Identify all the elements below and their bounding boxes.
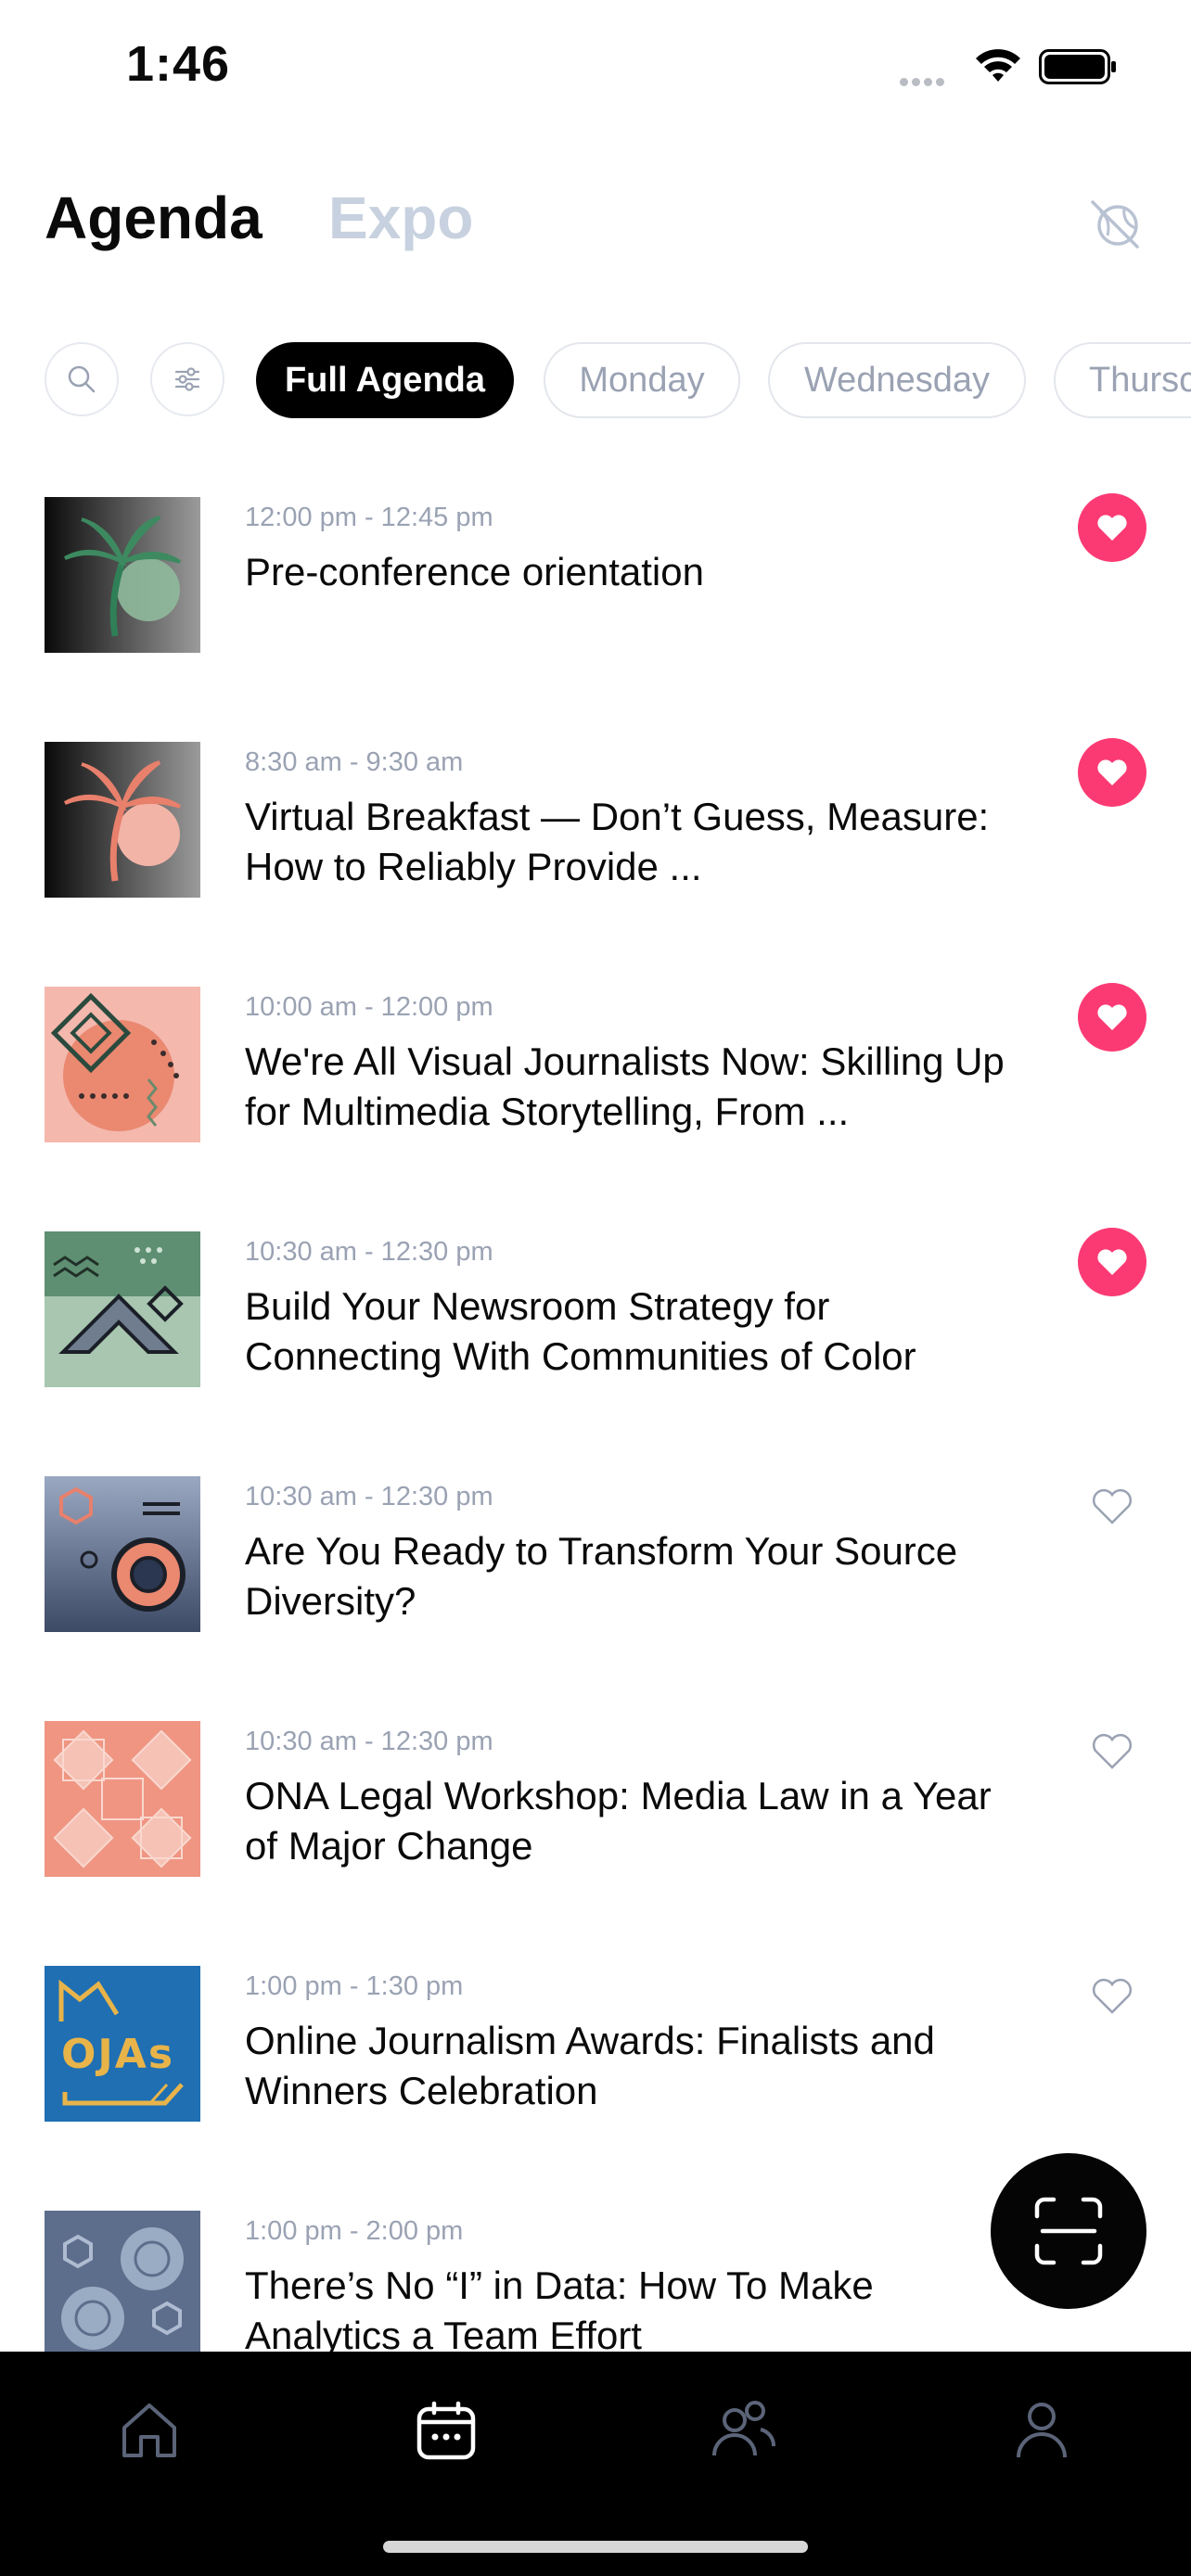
session-title: Virtual Breakfast — Don’t Guess, Measure… <box>245 795 990 888</box>
session-title: ONA Legal Workshop: Media Law in a Year … <box>245 1774 992 1868</box>
session-item[interactable]: 10:30 am - 12:30 pm ONA Legal Workshop: … <box>0 1706 1191 1951</box>
session-time: 12:00 pm - 12:45 pm <box>245 503 493 532</box>
session-time: 10:30 am - 12:30 pm <box>245 1482 493 1511</box>
session-item[interactable]: 10:30 am - 12:30 pm Are You Ready to Tra… <box>0 1461 1191 1706</box>
session-thumbnail <box>45 497 200 653</box>
session-thumbnail <box>45 742 200 898</box>
ojas-thumb-text: OJAs <box>61 2031 175 2078</box>
chip-thursday[interactable]: Thursc <box>1054 342 1191 418</box>
session-time: 8:30 am - 9:30 am <box>245 747 464 777</box>
status-bar: 1:46 <box>0 0 1191 130</box>
session-title: Pre-conference orientation <box>245 550 704 593</box>
favorite-button[interactable] <box>1078 1228 1146 1296</box>
search-button[interactable] <box>45 342 119 416</box>
heart-filled-icon <box>1097 1249 1127 1275</box>
heart-filled-icon <box>1097 759 1127 785</box>
globe-crossed-icon[interactable] <box>1083 191 1148 256</box>
session-list: 12:00 pm - 12:45 pm Pre-conference orien… <box>0 482 1191 2352</box>
session-time: 10:30 am - 12:30 pm <box>245 1727 493 1756</box>
session-title: There’s No “I” in Data: How To Make Anal… <box>245 2264 874 2352</box>
session-time: 10:30 am - 12:30 pm <box>245 1237 493 1267</box>
wifi-icon <box>976 49 1020 82</box>
session-thumbnail <box>45 1721 200 1877</box>
session-item[interactable]: 12:00 pm - 12:45 pm Pre-conference orien… <box>0 482 1191 727</box>
session-thumbnail <box>45 2211 200 2352</box>
search-icon <box>68 365 96 393</box>
home-icon <box>122 2404 176 2457</box>
favorite-button[interactable] <box>1078 1962 1146 2031</box>
session-thumbnail <box>45 1476 200 1632</box>
heart-outline-icon <box>1092 1978 1133 2014</box>
tab-expo[interactable]: Expo <box>328 184 473 252</box>
chip-wednesday[interactable]: Wednesday <box>768 342 1026 418</box>
session-title: Online Journalism Awards: Finalists and … <box>245 2019 935 2112</box>
session-thumbnail <box>45 1231 200 1387</box>
favorite-button[interactable] <box>1078 1473 1146 1541</box>
session-title: Are You Ready to Transform Your Source D… <box>245 1529 958 1623</box>
session-time: 10:00 am - 12:00 pm <box>245 992 493 1022</box>
heart-outline-icon <box>1092 1733 1133 1769</box>
scan-button[interactable] <box>991 2153 1146 2309</box>
bottom-nav <box>0 2352 1191 2576</box>
favorite-button[interactable] <box>1078 738 1146 807</box>
nav-home[interactable] <box>108 2389 191 2472</box>
people-icon <box>712 2401 776 2456</box>
calendar-icon <box>416 2401 476 2460</box>
session-time: 1:00 pm - 2:00 pm <box>245 2216 464 2246</box>
heart-filled-icon <box>1097 1004 1127 1030</box>
session-time: 1:00 pm - 1:30 pm <box>245 1971 464 2001</box>
filter-bar: Full Agenda Monday Wednesday Thursc <box>0 339 1191 423</box>
home-indicator <box>383 2541 808 2553</box>
favorite-button[interactable] <box>1078 493 1146 562</box>
session-title: Build Your Newsroom Strategy for Connect… <box>245 1284 916 1378</box>
session-item[interactable]: OJAs 1:00 pm - 1:30 pm Online Journalism… <box>0 1951 1191 2196</box>
heart-filled-icon <box>1097 515 1127 541</box>
favorite-button[interactable] <box>1078 1717 1146 1786</box>
filter-button[interactable] <box>150 342 224 416</box>
session-item[interactable]: 10:30 am - 12:30 pm Build Your Newsroom … <box>0 1217 1191 1461</box>
chip-monday[interactable]: Monday <box>544 342 740 418</box>
signal-dots-icon <box>900 74 957 86</box>
session-thumbnail: OJAs <box>45 1966 200 2122</box>
favorite-button[interactable] <box>1078 983 1146 1052</box>
status-time: 1:46 <box>126 36 231 92</box>
session-title: We're All Visual Journalists Now: Skilli… <box>245 1039 1005 1133</box>
profile-icon <box>1017 2403 1067 2458</box>
heart-outline-icon <box>1092 1488 1133 1524</box>
session-item[interactable]: 8:30 am - 9:30 am Virtual Breakfast — Do… <box>0 727 1191 972</box>
chip-full-agenda[interactable]: Full Agenda <box>256 342 514 418</box>
battery-icon <box>1039 49 1116 84</box>
header: Agenda Expo <box>0 167 1191 269</box>
nav-agenda[interactable] <box>404 2389 488 2472</box>
sliders-icon <box>174 367 200 391</box>
session-item[interactable]: 10:00 am - 12:00 pm We're All Visual Jou… <box>0 972 1191 1217</box>
nav-people[interactable] <box>701 2389 785 2472</box>
tab-agenda[interactable]: Agenda <box>45 184 263 252</box>
session-thumbnail <box>45 987 200 1142</box>
scan-icon <box>1034 2197 1103 2265</box>
nav-profile[interactable] <box>1000 2389 1083 2472</box>
